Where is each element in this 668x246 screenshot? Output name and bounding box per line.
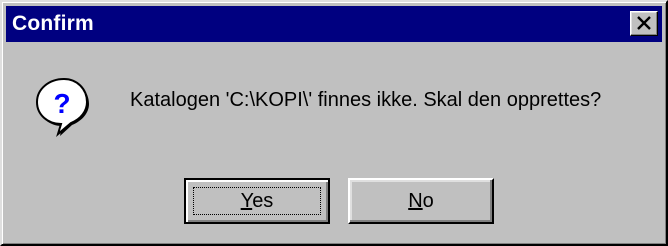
yes-button[interactable]: Yes: [184, 178, 330, 224]
confirm-dialog: Confirm ? Katalogen 'C:\KOPI\' finnes ik…: [0, 0, 668, 246]
close-x-icon: [637, 16, 651, 30]
message-text: Katalogen 'C:\KOPI\' finnes ikke. Skal d…: [130, 89, 602, 111]
question-icon: ?: [36, 78, 89, 137]
no-button-label: No: [408, 189, 434, 212]
svg-text:?: ?: [53, 88, 70, 119]
no-button[interactable]: No: [348, 178, 494, 224]
focus-rectangle: [193, 187, 321, 215]
close-button[interactable]: [630, 11, 658, 36]
title-bar[interactable]: Confirm: [6, 6, 662, 42]
dialog-title: Confirm: [12, 12, 94, 35]
